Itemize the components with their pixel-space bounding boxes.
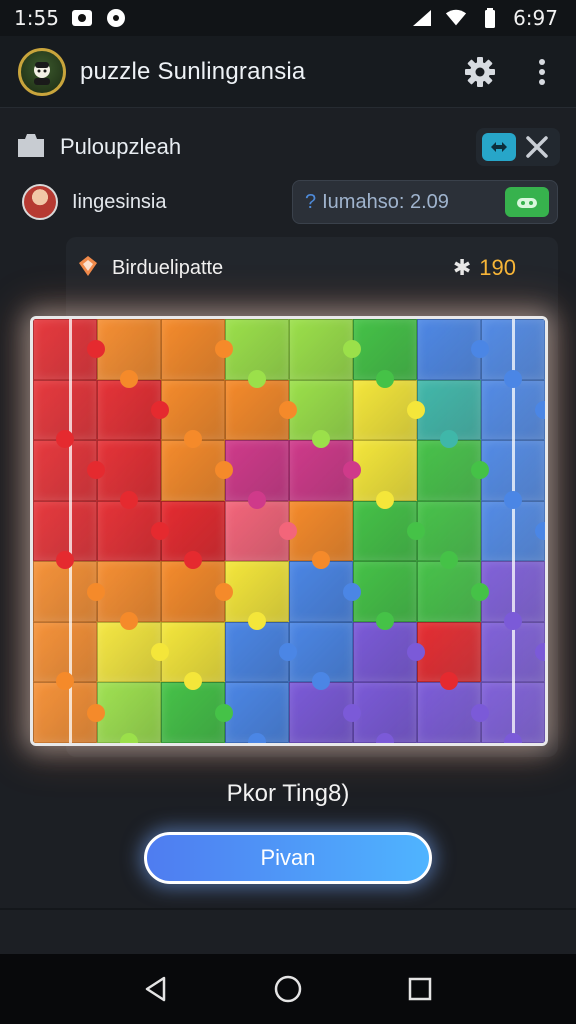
avatar — [22, 184, 58, 220]
battery-text: 6:97 — [513, 6, 558, 30]
more-vert-icon[interactable] — [524, 54, 560, 90]
back-icon[interactable] — [136, 969, 176, 1009]
divider — [0, 908, 576, 910]
puzzle-piece-icon — [76, 254, 100, 282]
status-text: Pkor Ting8) — [226, 780, 350, 807]
controller-button[interactable] — [505, 187, 549, 217]
app-bar: puzzle Sunlingransia — [0, 36, 576, 108]
player-row: Iingesinsia ? Iumahso: 2.09 — [22, 178, 558, 226]
status-bar: 1:55 6:97 — [0, 0, 576, 36]
recents-icon[interactable] — [400, 969, 440, 1009]
board-header: Birduelipatte ✱ 190 — [76, 248, 516, 288]
photo-icon — [71, 7, 93, 29]
timer-text: ? Iumahso: 2.09 — [305, 190, 449, 213]
nav-bar — [0, 954, 576, 1024]
circle-app-icon — [105, 7, 127, 29]
player-name: Iingesinsia — [72, 190, 167, 213]
wifi-icon — [445, 7, 467, 29]
score-display: ✱ 190 — [453, 255, 516, 281]
puzzle-knob — [535, 643, 545, 662]
folder-icon — [16, 131, 46, 163]
puzzle-knob — [535, 521, 545, 540]
home-icon[interactable] — [268, 969, 308, 1009]
star-icon: ✱ — [452, 255, 472, 280]
score-value: 190 — [479, 255, 516, 280]
timer-field[interactable]: ? Iumahso: 2.09 — [292, 180, 558, 224]
puzzle-category-row[interactable]: Puloupzleah — [16, 122, 560, 172]
close-icon[interactable] — [522, 132, 552, 162]
play-button[interactable]: Pivan — [144, 832, 432, 884]
puzzle-board[interactable] — [30, 316, 548, 746]
gear-icon[interactable] — [462, 54, 498, 90]
battery-icon — [479, 7, 501, 29]
signal-icon — [411, 7, 433, 29]
row-actions — [476, 128, 560, 166]
board-frame — [69, 319, 515, 743]
status-time: 1:55 — [14, 6, 59, 30]
avatar-icon[interactable] — [18, 47, 66, 96]
puzzle-chip-icon[interactable] — [482, 133, 516, 161]
category-label: Puloupzleah — [60, 134, 182, 159]
puzzle-knob — [535, 400, 545, 419]
board-name: Birduelipatte — [112, 256, 224, 279]
app-title: puzzle Sunlingransia — [80, 57, 306, 85]
